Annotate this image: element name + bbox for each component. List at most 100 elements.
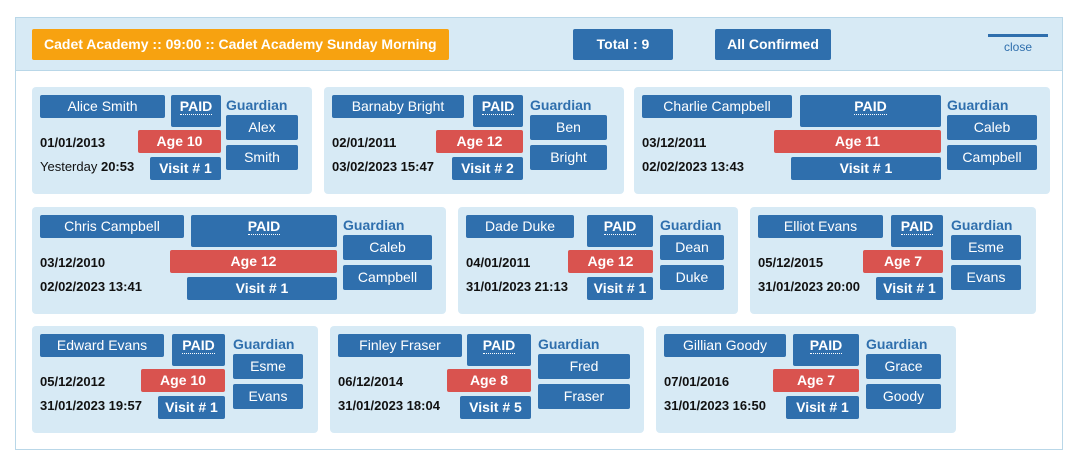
booking-panel: Cadet Academy :: 09:00 :: Cadet Academy …: [15, 17, 1063, 450]
guardian-label: Guardian: [866, 336, 928, 352]
attendee-card: Alice Smith PAID Guardian Alex Smith 01/…: [32, 87, 312, 194]
guardian-last-button[interactable]: Campbell: [343, 265, 432, 290]
paid-badge[interactable]: PAID: [891, 215, 943, 247]
visit-count-button[interactable]: Visit # 2: [452, 157, 523, 180]
attendee-card: Chris Campbell PAID Guardian Caleb Campb…: [32, 207, 446, 314]
visit-date-text: 02/02/2023 13:43: [642, 159, 744, 174]
paid-badge[interactable]: PAID: [171, 95, 221, 127]
paid-label: PAID: [179, 98, 213, 115]
attendee-card: Elliot Evans PAID Guardian Esme Evans 05…: [750, 207, 1036, 314]
visit-count-button[interactable]: Visit # 1: [587, 277, 653, 300]
guardian-first-button[interactable]: Fred: [538, 354, 630, 379]
paid-label: PAID: [854, 98, 887, 115]
attendee-card: Gillian Goody PAID Guardian Grace Goody …: [656, 326, 956, 433]
visit-date-time: 20:53: [100, 159, 135, 174]
paid-badge[interactable]: PAID: [800, 95, 941, 127]
child-name-button[interactable]: Gillian Goody: [664, 334, 786, 357]
attendee-card: Dade Duke PAID Guardian Dean Duke 04/01/…: [458, 207, 738, 314]
guardian-first-button[interactable]: Esme: [233, 354, 303, 379]
dob-text: 05/12/2015: [758, 255, 824, 270]
child-name-button[interactable]: Elliot Evans: [758, 215, 883, 238]
child-name-button[interactable]: Chris Campbell: [40, 215, 184, 238]
guardian-first-button[interactable]: Esme: [951, 235, 1021, 260]
guardian-first-button[interactable]: Caleb: [343, 235, 432, 260]
session-title: Cadet Academy :: 09:00 :: Cadet Academy …: [32, 29, 449, 60]
dob-text: 07/01/2016: [664, 374, 730, 389]
visit-date-text: 31/01/2023 16:50: [664, 398, 766, 413]
child-name-button[interactable]: Edward Evans: [40, 334, 164, 357]
guardian-label: Guardian: [538, 336, 600, 352]
paid-label: PAID: [182, 337, 215, 354]
age-badge: Age 12: [568, 250, 653, 273]
paid-badge[interactable]: PAID: [172, 334, 225, 366]
visit-count-button[interactable]: Visit # 1: [791, 157, 941, 180]
guardian-last-button[interactable]: Bright: [530, 145, 607, 170]
guardian-last-button[interactable]: Campbell: [947, 145, 1037, 170]
paid-badge[interactable]: PAID: [473, 95, 523, 127]
guardian-last-button[interactable]: Smith: [226, 145, 298, 170]
child-name-button[interactable]: Alice Smith: [40, 95, 165, 118]
close-link[interactable]: close: [988, 34, 1048, 56]
guardian-first-button[interactable]: Grace: [866, 354, 941, 379]
visit-count-button[interactable]: Visit # 1: [876, 277, 943, 300]
paid-label: PAID: [481, 98, 515, 115]
paid-label: PAID: [900, 218, 934, 235]
visit-date-text: 03/02/2023 15:47: [332, 159, 434, 174]
age-badge: Age 7: [863, 250, 943, 273]
age-badge: Age 11: [774, 130, 941, 153]
guardian-last-button[interactable]: Duke: [660, 265, 724, 290]
paid-label: PAID: [603, 218, 637, 235]
visit-date-text: 31/01/2023 20:00: [758, 279, 860, 294]
paid-badge[interactable]: PAID: [467, 334, 531, 366]
child-name-button[interactable]: Barnaby Bright: [332, 95, 464, 118]
age-badge: Age 8: [447, 369, 531, 392]
visit-count-button[interactable]: Visit # 1: [150, 157, 221, 180]
dob-text: 06/12/2014: [338, 374, 404, 389]
child-name-button[interactable]: Charlie Campbell: [642, 95, 792, 118]
guardian-label: Guardian: [951, 217, 1013, 233]
guardian-first-button[interactable]: Dean: [660, 235, 724, 260]
paid-badge[interactable]: PAID: [587, 215, 653, 247]
dob-text: 01/01/2013: [40, 135, 106, 150]
guardian-label: Guardian: [226, 97, 288, 113]
visit-date-text: 31/01/2023 18:04: [338, 398, 440, 413]
dob-text: 05/12/2012: [40, 374, 106, 389]
guardian-last-button[interactable]: Fraser: [538, 384, 630, 409]
visit-date-text: Yesterday 20:53: [40, 159, 134, 174]
guardian-last-button[interactable]: Goody: [866, 384, 941, 409]
visit-count-button[interactable]: Visit # 1: [158, 396, 225, 419]
dob-text: 03/12/2011: [642, 135, 707, 150]
age-badge: Age 10: [138, 130, 221, 153]
guardian-first-button[interactable]: Caleb: [947, 115, 1037, 140]
paid-label: PAID: [247, 218, 281, 235]
age-badge: Age 12: [436, 130, 523, 153]
paid-label: PAID: [482, 337, 516, 354]
paid-label: PAID: [809, 337, 843, 354]
paid-badge[interactable]: PAID: [191, 215, 337, 247]
all-confirmed-button[interactable]: All Confirmed: [715, 29, 831, 60]
attendee-card: Barnaby Bright PAID Guardian Ben Bright …: [324, 87, 624, 194]
visit-count-button[interactable]: Visit # 1: [786, 396, 859, 419]
visit-count-button[interactable]: Visit # 1: [187, 277, 337, 300]
total-button[interactable]: Total : 9: [573, 29, 673, 60]
visit-date-text: 31/01/2023 21:13: [466, 279, 568, 294]
age-badge: Age 12: [170, 250, 337, 273]
dob-text: 03/12/2010: [40, 255, 106, 270]
guardian-last-button[interactable]: Evans: [233, 384, 303, 409]
visit-date-text: 31/01/2023 19:57: [40, 398, 142, 413]
visit-date-text: 02/02/2023 13:41: [40, 279, 142, 294]
guardian-label: Guardian: [233, 336, 295, 352]
guardian-first-button[interactable]: Ben: [530, 115, 607, 140]
dob-text: 04/01/2011: [466, 255, 531, 270]
visit-count-button[interactable]: Visit # 5: [460, 396, 531, 419]
attendee-card: Edward Evans PAID Guardian Esme Evans 05…: [32, 326, 318, 433]
guardian-label: Guardian: [343, 217, 405, 233]
child-name-button[interactable]: Dade Duke: [466, 215, 574, 238]
age-badge: Age 7: [773, 369, 859, 392]
guardian-last-button[interactable]: Evans: [951, 265, 1021, 290]
child-name-button[interactable]: Finley Fraser: [338, 334, 462, 357]
guardian-label: Guardian: [947, 97, 1009, 113]
attendee-card: Charlie Campbell PAID Guardian Caleb Cam…: [634, 87, 1050, 194]
guardian-first-button[interactable]: Alex: [226, 115, 298, 140]
paid-badge[interactable]: PAID: [793, 334, 859, 366]
